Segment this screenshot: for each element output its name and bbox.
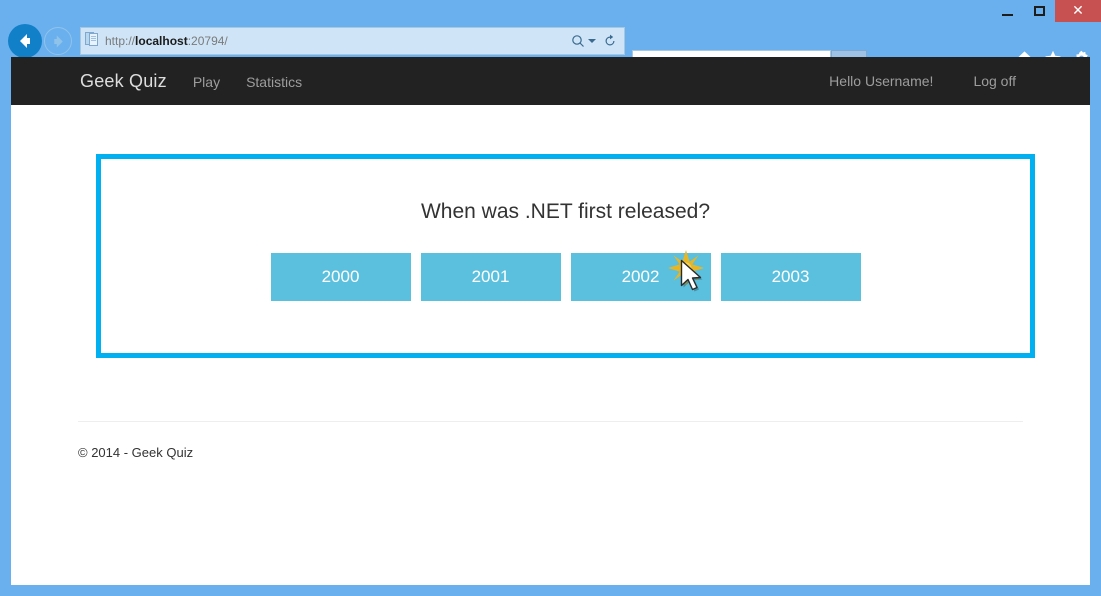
back-arrow-icon[interactable] [8, 24, 42, 58]
page-icon [85, 31, 99, 52]
quiz-question: When was .NET first released? [420, 200, 711, 223]
url-scheme: http:// [105, 34, 136, 48]
address-bar[interactable]: http://localhost:20794/ [80, 27, 625, 55]
answer-button-2002[interactable]: 2002 [570, 253, 711, 301]
url-host: localhost [135, 34, 188, 48]
chevron-down-icon[interactable] [588, 39, 596, 43]
url-text: http://localhost:20794/ [105, 34, 571, 48]
url-rest: :20794/ [187, 34, 228, 48]
answer-button-2000[interactable]: 2000 [270, 253, 411, 301]
navbar-right: Hello Username! Log off [789, 73, 1090, 89]
search-icon[interactable] [571, 34, 585, 48]
answer-button-2003[interactable]: 2003 [720, 253, 861, 301]
refresh-icon[interactable] [603, 34, 617, 48]
navbar-left: Geek Quiz Play Statistics [11, 71, 328, 92]
site-navbar: Geek Quiz Play Statistics Hello Username… [11, 57, 1090, 105]
nav-link-log-off[interactable]: Log off [973, 73, 1016, 89]
title-bar: ✕ [0, 0, 1101, 22]
browser-window: ✕ http://localhost:20794/ Geek Quiz Play… [0, 0, 1101, 596]
nav-link-statistics[interactable]: Statistics [246, 74, 302, 90]
forward-arrow-icon[interactable] [44, 27, 72, 55]
browser-toolbar: http://localhost:20794/ [0, 22, 1101, 80]
quiz-answers: 2000 2001 2002 2003 [101, 253, 1030, 301]
window-controls: ✕ [991, 0, 1101, 22]
footer-copyright: © 2014 - Geek Quiz [78, 445, 194, 460]
page-viewport: Geek Quiz Play Statistics Hello Username… [11, 57, 1090, 585]
address-bar-icons [571, 34, 617, 48]
minimize-icon[interactable] [991, 0, 1023, 22]
site-brand[interactable]: Geek Quiz [80, 71, 167, 92]
answer-button-2001[interactable]: 2001 [420, 253, 561, 301]
footer-divider [78, 421, 1023, 422]
maximize-icon[interactable] [1023, 0, 1055, 22]
nav-link-play[interactable]: Play [193, 74, 220, 90]
quiz-panel: When was .NET first released? 2000 2001 … [96, 154, 1035, 358]
nav-link-greeting[interactable]: Hello Username! [829, 73, 933, 89]
close-icon[interactable]: ✕ [1055, 0, 1101, 22]
